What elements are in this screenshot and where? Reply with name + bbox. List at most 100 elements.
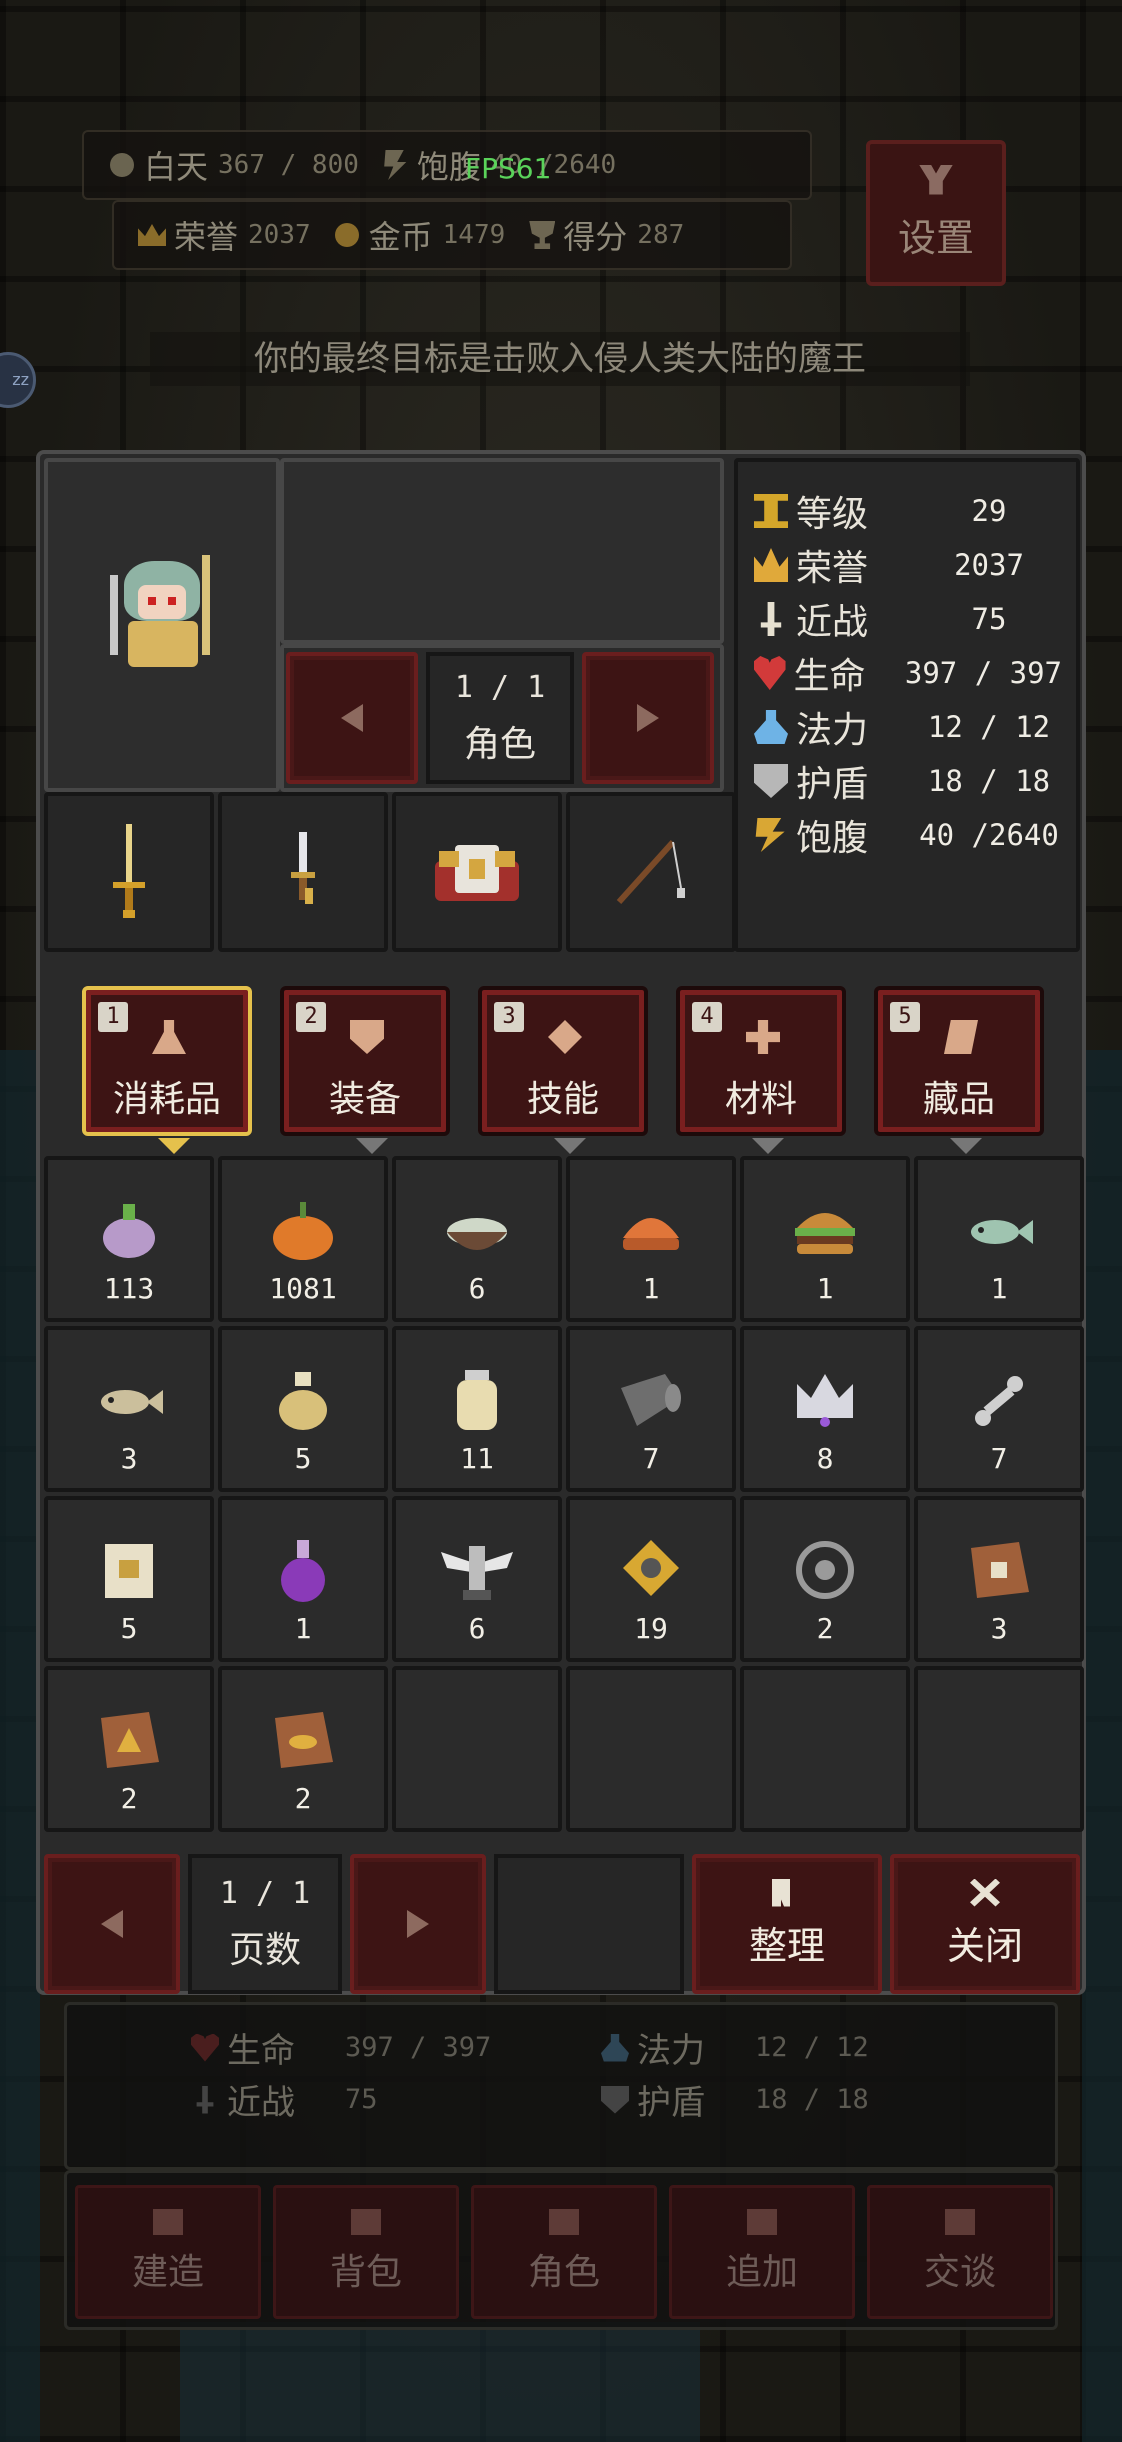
tab-skills[interactable]: 3 技能 — [478, 986, 648, 1154]
item-quantity: 1081 — [269, 1272, 337, 1305]
inventory-slot[interactable]: 5 — [44, 1496, 214, 1662]
inventory-prev-button[interactable] — [44, 1854, 180, 1994]
inventory-slot[interactable]: 113 — [44, 1156, 214, 1322]
add-button[interactable]: 追加 — [669, 2185, 855, 2319]
settings-button[interactable]: 设置 — [866, 140, 1006, 286]
item-quantity: 5 — [294, 1442, 312, 1475]
overlay-melee-value: 75 — [345, 2084, 378, 2115]
category-tabs: 1 消耗品 2 装备 3 技能 4 材料 5 藏品 — [44, 976, 1080, 1154]
stat-label: 等级 — [796, 494, 869, 535]
inventory-slot[interactable]: 2 — [740, 1496, 910, 1662]
inventory-page-indicator: 1 / 1 页数 — [188, 1854, 342, 1994]
flask-icon — [152, 1020, 186, 1054]
tab-collectibles[interactable]: 5 藏品 — [874, 986, 1044, 1154]
inventory-slot[interactable]: 1 — [914, 1156, 1084, 1322]
fish-icon — [963, 1198, 1035, 1262]
inventory-slot[interactable]: 6 — [392, 1496, 562, 1662]
inventory-slot[interactable]: 11 — [392, 1326, 562, 1492]
inventory-slot[interactable]: 7 — [566, 1326, 736, 1492]
inventory-slot-empty[interactable] — [740, 1666, 910, 1832]
honor-value: 2037 — [248, 220, 311, 250]
inventory-slot[interactable]: 19 — [566, 1496, 736, 1662]
hero-sprite — [102, 555, 222, 695]
triangle-map-icon — [93, 1708, 165, 1772]
character-page-number: 1 / 1 — [454, 669, 546, 705]
character-next-button[interactable] — [582, 652, 714, 784]
inventory-slot[interactable]: 5 — [218, 1326, 388, 1492]
fps-counter: FPS61 — [465, 152, 552, 185]
tab-consumables[interactable]: 1 消耗品 — [82, 986, 252, 1154]
character-prev-button[interactable] — [286, 652, 418, 784]
inventory-next-button[interactable] — [350, 1854, 486, 1994]
inventory-slot[interactable]: 6 — [392, 1156, 562, 1322]
sun-icon — [110, 153, 134, 177]
equip-slot-tool[interactable] — [566, 792, 736, 952]
turnip-icon — [93, 1198, 165, 1262]
honor-label: 荣誉 — [174, 218, 239, 256]
close-button[interactable]: 关闭 — [890, 1854, 1080, 1994]
purple-potion-icon — [267, 1538, 339, 1602]
character-stats: 等级 29 荣誉 2037 近战 75 生命 397 / 397 法力 12 / 12 护盾 18 /… — [734, 458, 1080, 952]
water-tile-bottom — [180, 2322, 700, 2442]
backpack-button[interactable]: 背包 — [273, 2185, 459, 2319]
item-quantity: 1 — [816, 1272, 834, 1305]
inventory-slot[interactable]: 1 — [566, 1156, 736, 1322]
inventory-slot[interactable]: 3 — [914, 1496, 1084, 1662]
gold-label: 金币 — [368, 218, 433, 256]
character-pager: 1 / 1 角色 — [280, 644, 724, 792]
equip-slot-weapon[interactable] — [44, 792, 214, 952]
tab-pointer-icon — [554, 1138, 586, 1154]
arrow-right-icon — [407, 1910, 429, 1938]
inventory-slot[interactable]: 7 — [914, 1326, 1084, 1492]
tab-number: 5 — [890, 1002, 920, 1032]
stat-row: 护盾 18 / 18 — [754, 754, 1062, 808]
inventory-slot[interactable]: 1 — [740, 1156, 910, 1322]
item-quantity: 2 — [816, 1612, 834, 1645]
tab-pointer-icon — [356, 1138, 388, 1154]
settings-label: 设置 — [897, 215, 974, 260]
inventory-slot-empty[interactable] — [392, 1666, 562, 1832]
winged-totem-icon — [441, 1538, 513, 1602]
stat-row: 法力 12 / 12 — [754, 700, 1062, 754]
item-quantity: 6 — [468, 1612, 486, 1645]
tab-equipment[interactable]: 2 装备 — [280, 986, 450, 1154]
talk-button[interactable]: 交谈 — [867, 2185, 1053, 2319]
trophy-icon — [529, 221, 556, 249]
inventory-slot-empty[interactable] — [566, 1666, 736, 1832]
menu-label: 角色 — [527, 2252, 600, 2293]
item-quantity: 1 — [642, 1272, 660, 1305]
overlay-hp-label: 生命 — [227, 2031, 295, 2071]
goal-banner: 你的最终目标是击败入侵人类大陆的魔王 — [150, 332, 970, 386]
tab-label: 技能 — [526, 1079, 599, 1120]
bottom-menu: 建造 背包 角色 追加 交谈 — [64, 2170, 1058, 2330]
day-label: 白天 — [144, 148, 209, 186]
overlay-shield-value: 18 / 18 — [755, 2084, 869, 2115]
inventory-slot[interactable]: 2 — [218, 1666, 388, 1832]
inventory-slot[interactable]: 8 — [740, 1326, 910, 1492]
tab-number: 3 — [494, 1002, 524, 1032]
sort-button[interactable]: 整理 — [692, 1854, 882, 1994]
character-button[interactable]: 角色 — [471, 2185, 657, 2319]
shield-icon — [350, 1020, 384, 1054]
build-button[interactable]: 建造 — [75, 2185, 261, 2319]
house-map-icon — [963, 1538, 1035, 1602]
inventory-slot-empty[interactable] — [914, 1666, 1084, 1832]
armor-icon — [435, 845, 519, 901]
inventory-slot[interactable]: 3 — [44, 1326, 214, 1492]
wrench-icon — [919, 164, 953, 195]
character-portrait[interactable] — [44, 458, 280, 792]
equip-slot-offhand[interactable] — [218, 792, 388, 952]
time-hunger-bar: 白天 367 / 800 饱腹 40 /2640 — [82, 130, 812, 200]
cross-icon — [746, 1020, 780, 1054]
hunger-icon — [755, 818, 785, 852]
tab-materials[interactable]: 4 材料 — [676, 986, 846, 1154]
inventory-slot[interactable]: 1081 — [218, 1156, 388, 1322]
inventory-slot[interactable]: 2 — [44, 1666, 214, 1832]
inventory-slot[interactable]: 1 — [218, 1496, 388, 1662]
overlay-mp-label: 法力 — [637, 2031, 705, 2071]
soup-bowl-icon — [441, 1198, 513, 1262]
stat-label: 饱腹 — [796, 818, 869, 859]
stat-label: 法力 — [796, 710, 869, 751]
equip-slot-armor[interactable] — [392, 792, 562, 952]
item-quantity: 8 — [816, 1442, 834, 1475]
